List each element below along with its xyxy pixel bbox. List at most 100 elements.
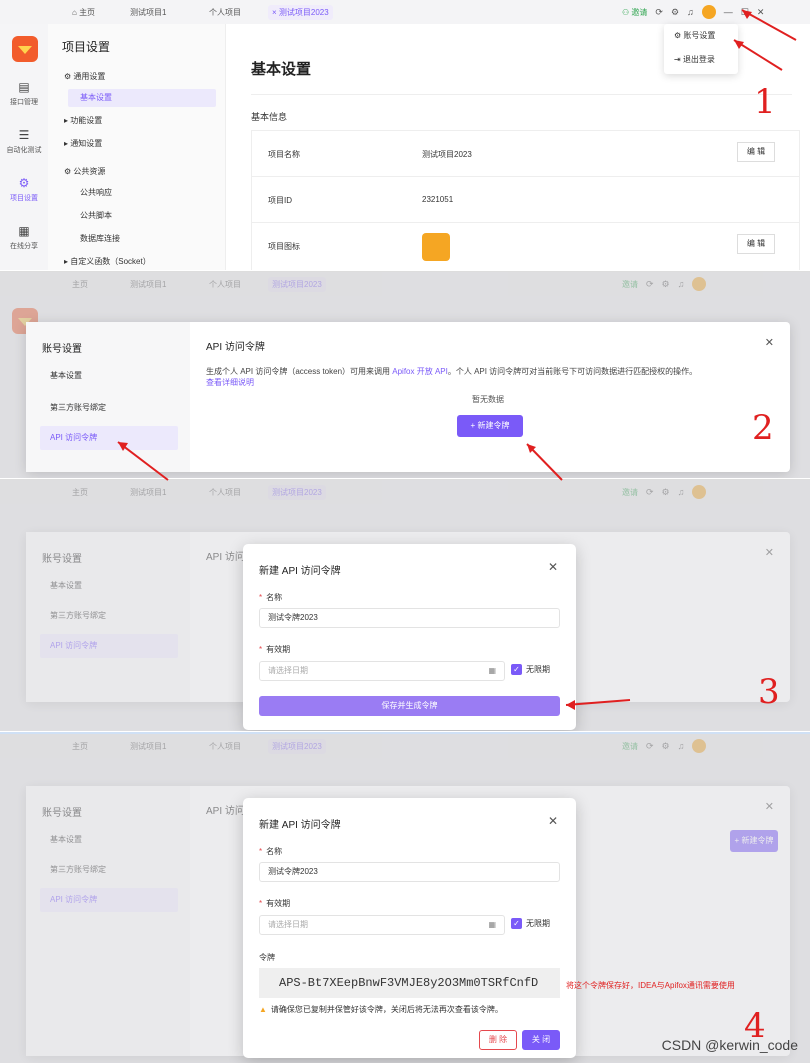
subnav-general[interactable]: ⚙ 通用设置 [64,68,105,86]
edit-icon-button[interactable]: 编 辑 [737,234,775,254]
account-nav: 账号设置 基本设置 第三方账号绑定 API 访问令牌 [26,786,190,1056]
left-nav: ▤ 接口管理 ☰ 自动化测试 ⚙ 项目设置 ▦ 在线分享 [0,24,48,270]
nav-auto-test[interactable]: ☰ 自动化测试 [0,128,48,155]
expire-label: * 有效期 [259,899,291,908]
token-warning: ▲ 请确保您已复制并保管好该令牌，关闭后将无法再次查看该令牌。 [259,1005,503,1014]
empty-state: 暂无数据 [472,395,504,404]
subnav-db-connection[interactable]: 数据库连接 [80,230,120,248]
gear-icon[interactable]: ⚙ [671,7,679,18]
close-window-icon[interactable]: ✕ [757,7,765,18]
no-limit-checkbox[interactable]: ✓ 无限期 [511,918,550,930]
panel-step-4: 主页 测试项目1 个人项目 测试项目2023 邀请 ⟳ ⚙ ♫ 账号设置 基本设… [0,732,810,1063]
account-nav: 账号设置 基本设置 第三方账号绑定 API 访问令牌 [26,322,190,472]
step-number-2: 2 [752,408,774,448]
account-dropdown: ⚙ 账号设置 ⇥ 退出登录 [664,24,738,74]
sync-icon[interactable]: ⟳ [655,7,663,18]
account-third-party[interactable]: 第三方账号绑定 [40,858,178,882]
invite-button[interactable]: ⚇ 邀请 [622,7,647,18]
subnav-basic-settings[interactable]: 基本设置 [68,89,216,107]
annotation-note: 将这个令牌保存好，IDEA与Apifox通讯需要使用 [566,981,735,990]
tab-personal[interactable]: 个人项目 [205,5,245,20]
subnav-features[interactable]: ▸ 功能设置 [64,112,102,130]
name-field[interactable]: 测试令牌2023 [259,862,560,882]
token-value[interactable]: APS-Bt7XEepBnwF3VMJE8y2O3Mm0TSRfCnfD [259,968,560,998]
project-settings-nav: 项目设置 ⚙ 通用设置 基本设置 ▸ 功能设置 ▸ 通知设置 ⚙ 公共资源 公共… [48,24,226,270]
api-token-title: API 访问令牌 [206,342,265,353]
account-basic[interactable]: 基本设置 [40,364,178,388]
watermark: CSDN @kerwin_code [661,1037,798,1053]
date-picker[interactable]: 请选择日期 ▦ [259,661,505,681]
topbar-actions: ⚇ 邀请 ⟳ ⚙ ♫ — ☐ ✕ [622,4,764,20]
account-title: 账号设置 [42,344,82,355]
open-api-link[interactable]: Apifox 开放 API [392,367,448,376]
subnav-custom-functions[interactable]: ▸ 自定义函数（Socket） [64,253,151,270]
new-token-modal: 新建 API 访问令牌 ✕ * 名称 测试令牌2023 * 有效期 请选择日期 ▦ ✓… [243,544,576,730]
new-token-button[interactable]: + 新建令牌 [457,415,523,437]
close-icon[interactable]: ✕ [548,560,558,574]
new-token-modal: 新建 API 访问令牌 ✕ * 名称 测试令牌2023 * 有效期 请选择日期 ▦ ✓… [243,798,576,1058]
minimize-icon[interactable]: — [724,7,733,17]
subnav-title: 项目设置 [62,40,111,54]
divider [251,94,792,95]
row-project-name: 项目名称 测试项目2023 编 辑 [252,131,799,177]
close-button[interactable]: 关 闭 [522,1030,560,1050]
test-icon: ☰ [18,128,30,142]
avatar[interactable] [701,5,716,19]
subnav-public-response[interactable]: 公共响应 [80,184,112,202]
basic-info-card: 项目名称 测试项目2023 编 辑 项目ID 2321051 项目图标 编 辑 [251,130,800,270]
tab-project-1[interactable]: 测试项目1 [126,5,170,20]
section-title: 基本信息 [251,112,288,122]
settings-icon: ⚙ [18,176,30,190]
date-picker[interactable]: 请选择日期 ▦ [259,915,505,935]
account-basic[interactable]: 基本设置 [40,574,178,598]
account-third-party[interactable]: 第三方账号绑定 [40,396,178,420]
close-icon[interactable]: ✕ [548,814,558,828]
check-icon: ✓ [511,918,522,930]
no-limit-checkbox[interactable]: ✓ 无限期 [511,664,550,676]
account-basic[interactable]: 基本设置 [40,828,178,852]
edit-name-button[interactable]: 编 辑 [737,142,775,162]
account-third-party[interactable]: 第三方账号绑定 [40,604,178,628]
tab-home[interactable]: ⌂ 主页 [68,5,99,20]
account-api-token[interactable]: API 访问令牌 [40,888,178,912]
account-api-token[interactable]: API 访问令牌 [40,426,178,450]
share-icon: ▦ [18,224,30,238]
panel-step-3: 主页 测试项目1 个人项目 测试项目2023 邀请 ⟳ ⚙ ♫ 账号设置 基本设… [0,479,810,731]
account-nav: 账号设置 基本设置 第三方账号绑定 API 访问令牌 [26,532,190,702]
app-logo [12,36,38,62]
new-token-button[interactable]: + 新建令牌 [730,830,778,852]
calendar-icon: ▦ [488,920,496,929]
name-label: * 名称 [259,593,283,602]
menu-logout[interactable]: ⇥ 退出登录 [664,48,738,72]
subnav-public-resources[interactable]: ⚙ 公共资源 [64,163,105,181]
page-title: 基本设置 [251,61,312,78]
save-generate-button[interactable]: 保存并生成令牌 [259,696,560,716]
top-bar: ⌂ 主页 测试项目1 个人项目 × 测试项目2023 ⚇ 邀请 ⟳ ⚙ ♫ — … [0,0,810,24]
account-api-token[interactable]: API 访问令牌 [40,634,178,658]
warning-icon: ▲ [259,1005,267,1014]
modal-title: 新建 API 访问令牌 [259,566,341,577]
menu-account-settings[interactable]: ⚙ 账号设置 [664,24,738,48]
tab-project-2023[interactable]: × 测试项目2023 [268,5,333,20]
close-icon[interactable]: ✕ [765,336,774,349]
account-title: 账号设置 [42,554,82,565]
delete-button[interactable]: 删 除 [479,1030,517,1050]
account-settings-dialog: 账号设置 基本设置 第三方账号绑定 API 访问令牌 API 访问令牌 ✕ 生成… [26,322,790,472]
subnav-notifications[interactable]: ▸ 通知设置 [64,135,102,153]
api-token-desc: 生成个人 API 访问令牌（access token）可用来调用 Apifox … [206,367,698,387]
close-icon[interactable]: ✕ [765,800,774,813]
details-link[interactable]: 查看详细说明 [206,378,254,387]
api-icon: ▤ [18,80,30,94]
bell-icon[interactable]: ♫ [687,7,694,17]
nav-online-share[interactable]: ▦ 在线分享 [0,224,48,251]
row-project-id: 项目ID 2321051 [252,177,799,223]
close-icon[interactable]: ✕ [765,546,774,559]
nav-api-management[interactable]: ▤ 接口管理 [0,80,48,107]
expire-label: * 有效期 [259,645,291,654]
token-label: 令牌 [259,953,275,962]
name-field[interactable]: 测试令牌2023 [259,608,560,628]
nav-project-settings[interactable]: ⚙ 项目设置 [0,176,48,203]
subnav-public-scripts[interactable]: 公共脚本 [80,207,112,225]
maximize-icon[interactable]: ☐ [741,7,749,18]
step-number-3: 3 [758,672,780,712]
